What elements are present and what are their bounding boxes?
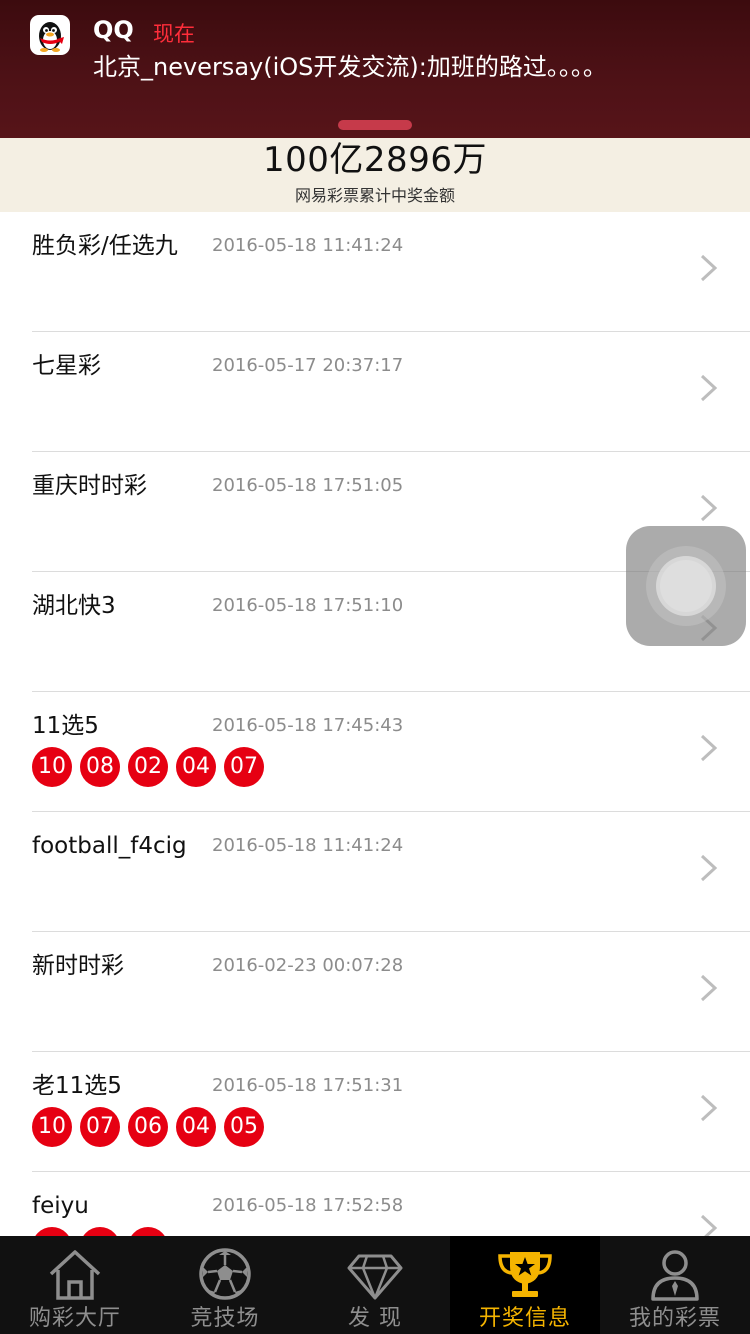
winning-numbers: 10 08 02 04 07 — [32, 747, 264, 787]
draw-time: 2016-05-18 11:41:24 — [212, 235, 404, 256]
tab-draw-results[interactable]: 开奖信息 — [450, 1236, 600, 1334]
tab-label: 购彩大厅 — [28, 1306, 121, 1331]
draw-time: 2016-05-18 11:41:24 — [212, 835, 404, 856]
chevron-right-icon — [700, 974, 718, 1002]
chevron-right-icon — [700, 1094, 718, 1122]
lottery-row[interactable]: football_f4cig 2016-05-18 11:41:24 — [0, 812, 750, 932]
chevron-right-icon — [700, 1214, 718, 1236]
chevron-right-icon — [700, 734, 718, 762]
notification-message: 北京_neversay(iOS开发交流):加班的路过。。。。 — [93, 53, 607, 81]
number-ball: 08 — [80, 747, 120, 787]
number-ball: 08 — [128, 1227, 168, 1236]
draw-time: 2016-05-17 20:37:17 — [212, 355, 404, 376]
lottery-name: 老11选5 — [32, 1073, 122, 1099]
chevron-right-icon — [700, 374, 718, 402]
tab-label: 开奖信息 — [478, 1306, 571, 1331]
draw-time: 2016-05-18 17:51:10 — [212, 595, 404, 616]
draw-time: 2016-05-18 17:52:58 — [212, 1195, 404, 1216]
draw-time: 2016-05-18 17:51:31 — [212, 1075, 404, 1096]
number-ball: 10 — [32, 747, 72, 787]
push-notification-banner[interactable]: QQ 现在 北京_neversay(iOS开发交流):加班的路过。。。。 — [0, 0, 750, 138]
trophy-icon — [498, 1252, 552, 1297]
lottery-name: feiyu — [32, 1193, 89, 1219]
number-ball: 08 — [80, 1227, 120, 1236]
tab-label: 发 现 — [348, 1306, 402, 1331]
number-ball: 07 — [224, 747, 264, 787]
lottery-row[interactable]: 胜负彩/任选九 2016-05-18 11:41:24 — [0, 212, 750, 332]
lottery-name: 11选5 — [32, 713, 99, 739]
notification-app-name: QQ — [93, 16, 134, 44]
chevron-right-icon — [700, 254, 718, 282]
chevron-right-icon — [700, 854, 718, 882]
lottery-row[interactable]: 老11选5 2016-05-18 17:51:31 10 07 06 04 05 — [0, 1052, 750, 1172]
jackpot-summary: 100亿2896万 网易彩票累计中奖金额 — [0, 138, 750, 212]
lottery-name: 重庆时时彩 — [32, 473, 147, 499]
number-ball: 04 — [176, 747, 216, 787]
lottery-name: 新时时彩 — [32, 953, 124, 979]
lottery-name: 湖北快3 — [32, 593, 116, 619]
house-icon — [49, 1250, 101, 1300]
number-ball: 06 — [128, 1107, 168, 1147]
assistive-touch-button[interactable] — [626, 526, 746, 646]
tab-label: 竞技场 — [190, 1306, 260, 1331]
tab-lottery-hall[interactable]: 购彩大厅 — [0, 1236, 150, 1334]
lottery-row[interactable]: feiyu 2016-05-18 17:52:58 08 08 08 — [0, 1172, 750, 1236]
number-ball: 02 — [128, 747, 168, 787]
tab-my-lottery[interactable]: 我的彩票 — [600, 1236, 750, 1334]
lottery-list: 胜负彩/任选九 2016-05-18 11:41:24 七星彩 2016-05-… — [0, 212, 750, 1236]
notification-drag-handle[interactable] — [338, 120, 412, 130]
winning-numbers: 08 08 08 — [32, 1227, 168, 1236]
lottery-row[interactable]: 新时时彩 2016-02-23 00:07:28 — [0, 932, 750, 1052]
notification-time: 现在 — [153, 22, 195, 46]
lottery-row[interactable]: 七星彩 2016-05-17 20:37:17 — [0, 332, 750, 452]
lottery-name: 胜负彩/任选九 — [32, 233, 178, 259]
user-icon — [651, 1250, 699, 1301]
number-ball: 05 — [224, 1107, 264, 1147]
lottery-name: 七星彩 — [32, 353, 101, 379]
lottery-name: football_f4cig — [32, 833, 187, 859]
tab-label: 我的彩票 — [628, 1306, 721, 1331]
jackpot-caption: 网易彩票累计中奖金额 — [294, 186, 455, 205]
number-ball: 10 — [32, 1107, 72, 1147]
draw-time: 2016-05-18 17:45:43 — [212, 715, 404, 736]
number-ball: 08 — [32, 1227, 72, 1236]
jackpot-amount: 100亿2896万 — [263, 140, 487, 180]
tab-arena[interactable]: 竞技场 — [150, 1236, 300, 1334]
winning-numbers: 10 07 06 04 05 — [32, 1107, 264, 1147]
assistive-touch-dot — [660, 560, 712, 612]
draw-time: 2016-05-18 17:51:05 — [212, 475, 404, 496]
qq-penguin-icon — [30, 15, 70, 55]
diamond-icon — [347, 1254, 403, 1300]
lottery-row[interactable]: 11选5 2016-05-18 17:45:43 10 08 02 04 07 — [0, 692, 750, 812]
number-ball: 07 — [80, 1107, 120, 1147]
tab-discover[interactable]: 发 现 — [300, 1236, 450, 1334]
soccer-ball-icon — [199, 1248, 251, 1300]
draw-time: 2016-02-23 00:07:28 — [212, 955, 404, 976]
number-ball: 04 — [176, 1107, 216, 1147]
chevron-right-icon — [700, 494, 718, 522]
bottom-tab-bar: 购彩大厅 竞技场 发 现 开奖信息 我的彩票 — [0, 1236, 750, 1334]
